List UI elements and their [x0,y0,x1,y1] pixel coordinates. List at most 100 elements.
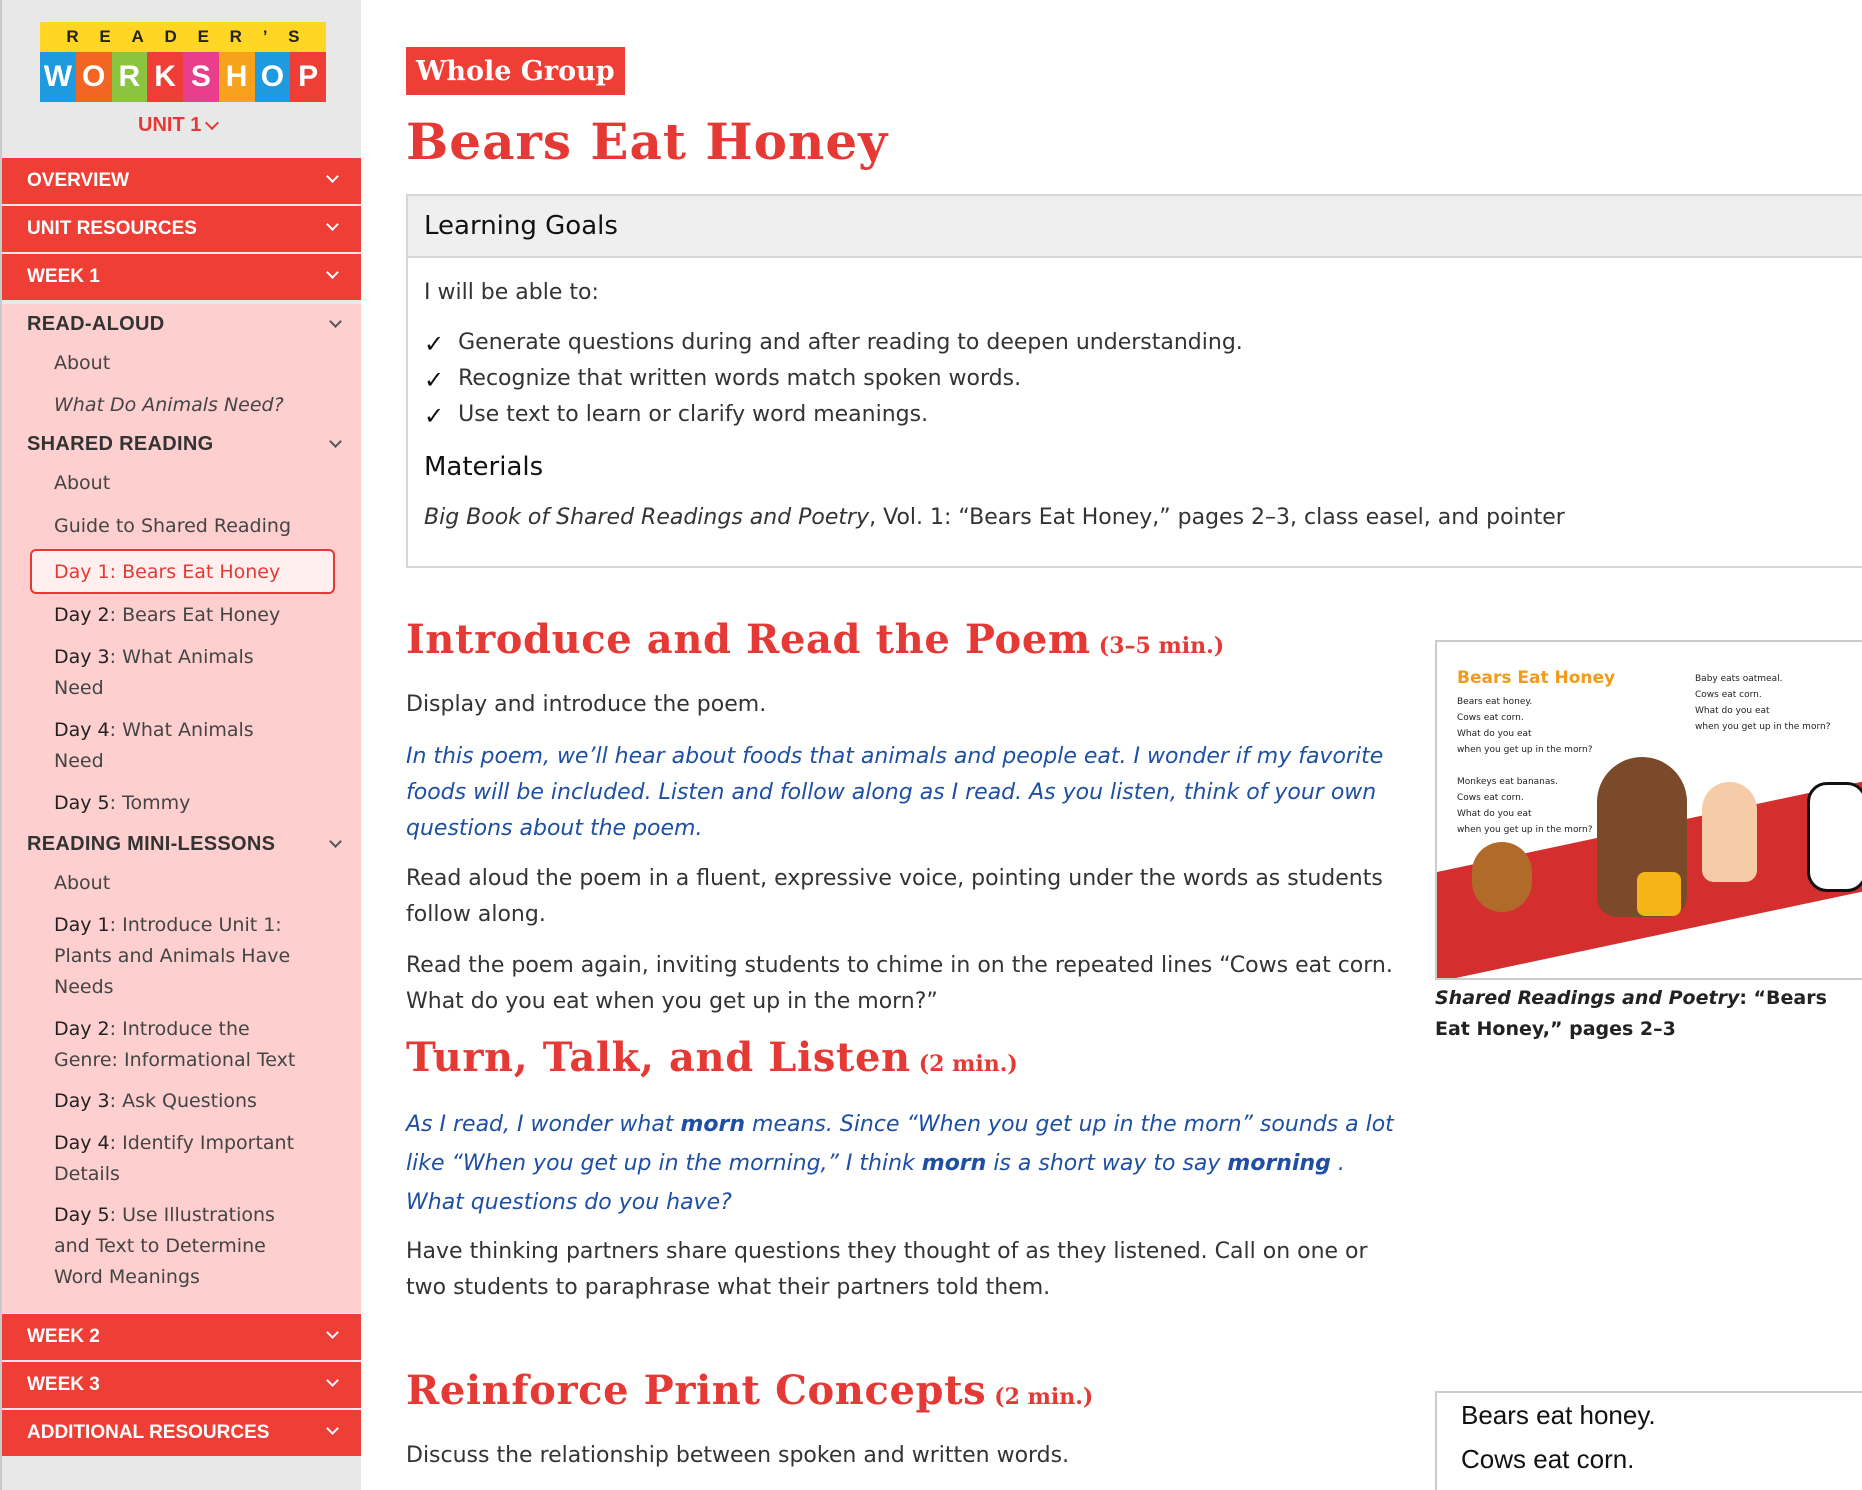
nav-additional-resources[interactable]: ADDITIONAL RESOURCES [2,1410,361,1456]
cow-shape [1807,782,1862,892]
vocab-word: morn [680,1112,746,1137]
logo-letter: E [99,27,111,46]
shared-reading-day-5[interactable]: Day 5: Tommy [54,788,344,819]
script-text: is a short way to say [986,1151,1228,1176]
section-heading-introduce: Introduce and Read the Poem (3–5 min.) [406,616,1224,663]
nav-week-3[interactable]: WEEK 3 [2,1362,361,1408]
check-icon: ✓ [424,330,445,358]
poem-title: Bears Eat Honey [1457,668,1616,688]
nav-label: OVERVIEW [27,170,130,191]
goal-text: Generate questions during and after read… [458,330,1243,355]
materials-rest: , Vol. 1: “Bears Eat Honey,” pages 2–3, … [869,505,1565,530]
print-line: Bears eat honey. [1461,1400,1656,1430]
section-label: READ-ALOUD [27,313,165,335]
heading-text: Introduce and Read the Poem [406,616,1091,663]
section-reading-mini-lessons[interactable]: READING MINI-LESSONS [27,833,342,856]
day-title: : What Animals [109,646,254,668]
day-title: : Ask Questions [109,1090,257,1112]
shared-reading-day-3[interactable]: Day 3: What Animals Need [54,642,344,704]
poem-line: when you get up in the morn? [1457,745,1593,755]
whole-group-badge: Whole Group [406,47,625,95]
time-estimate: (3–5 min.) [1098,633,1225,659]
day-title-cont: Needs [54,976,114,998]
mini-lesson-day-1[interactable]: Day 1: Introduce Unit 1: Plants and Anim… [54,910,344,1003]
nav-overview[interactable]: OVERVIEW [2,158,361,204]
day-title: : Introduce Unit 1: [109,914,282,936]
logo-tile: R [111,52,148,102]
heading-text: Turn, Talk, and Listen [406,1034,911,1081]
day-label: Day 1 [54,914,110,936]
materials-heading: Materials [424,452,544,482]
logo-letter: E [197,27,209,46]
goals-intro: I will be able to: [424,280,599,305]
goal-item: ✓ Recognize that written words match spo… [424,366,1021,394]
goal-item: ✓ Use text to learn or clarify word mean… [424,402,928,430]
section-label: READING MINI-LESSONS [27,833,276,855]
shared-reading-day-2[interactable]: Day 2: Bears Eat Honey [54,600,344,631]
mini-lesson-day-5[interactable]: Day 5: Use Illustrations and Text to Det… [54,1200,344,1293]
time-estimate: (2 min.) [918,1051,1018,1077]
logo-letter: R [66,27,79,46]
guide-to-shared-reading[interactable]: Guide to Shared Reading [54,511,344,542]
section-heading-reinforce: Reinforce Print Concepts (2 min.) [406,1367,1093,1414]
check-icon: ✓ [424,402,445,430]
nav-week-1[interactable]: WEEK 1 [2,254,361,300]
nav-week-2[interactable]: WEEK 2 [2,1314,361,1360]
day-title-cont: Genre: Informational Text [54,1049,296,1071]
day-label: Day 5 [54,792,110,814]
poem-illustration[interactable]: Bears Eat Honey Bears eat honey. Cows eat… [1435,640,1862,980]
mini-lesson-day-4[interactable]: Day 4: Identify Important Details [54,1128,344,1190]
read-aloud-about[interactable]: About [54,348,344,379]
chevron-down-icon [326,1422,339,1435]
day-title-cont: Word Meanings [54,1266,200,1288]
unit-label: UNIT 1 [138,114,202,136]
learning-goals-box: Learning Goals I will be able to: ✓ Gene… [406,194,1862,568]
read-aloud-book[interactable]: What Do Animals Need? [54,390,344,421]
day-label: Day 3 [54,646,110,668]
reinforce-paragraph: Discuss the relationship between spoken … [406,1443,1070,1468]
day-label: Day 2 [54,604,110,626]
chevron-down-icon [205,115,220,131]
day-label: Day 4 [54,719,110,741]
poem-line: Bears eat honey. [1457,697,1533,707]
poem-line: Cows eat corn. [1457,713,1524,723]
logo-letter: R [229,27,242,46]
mini-lesson-day-2[interactable]: Day 2: Introduce the Genre: Informationa… [54,1014,344,1076]
poem-line: Cows eat corn. [1457,793,1524,803]
intro-paragraph-2: Read aloud the poem in a fluent, express… [406,866,1383,927]
nav-unit-resources[interactable]: UNIT RESOURCES [2,206,361,252]
mini-lesson-day-3[interactable]: Day 3: Ask Questions [54,1086,344,1117]
chevron-down-icon [326,1374,339,1387]
unit-selector[interactable]: UNIT 1 [138,114,220,137]
day-title-cont: Need [54,750,104,772]
shared-reading-day-1-active[interactable]: Day 1: Bears Eat Honey [30,549,335,594]
day-title: : Bears Eat Honey [109,604,281,626]
day-title-cont: Details [54,1163,120,1185]
shared-reading-day-4[interactable]: Day 4: What Animals Need [54,715,344,777]
mini-lessons-about[interactable]: About [54,868,344,899]
teacher-script-intro: In this poem, we’ll hear about foods tha… [406,744,1384,841]
section-label: SHARED READING [27,433,214,455]
day-title-cont: Need [54,677,104,699]
materials-book-title: Big Book of Shared Readings and Poetry [424,505,870,530]
script-text: As I read, I wonder what [406,1112,681,1137]
day-title-cont: Plants and Animals Have [54,945,291,967]
shared-reading-about[interactable]: About [54,468,344,499]
section-read-aloud[interactable]: READ-ALOUD [27,313,342,336]
logo-tile: P [290,52,326,102]
logo-tile: S [183,52,219,102]
book-title: What Do Animals Need? [54,394,284,416]
logo-letter: A [131,27,144,46]
check-icon: ✓ [424,366,445,394]
poem-line: What do you eat [1457,809,1532,819]
day-title: : Identify Important [109,1132,295,1154]
section-shared-reading[interactable]: SHARED READING [27,433,342,456]
chevron-down-icon [329,315,342,328]
goal-text: Recognize that written words match spoke… [458,366,1022,391]
day-title-cont: and Text to Determine [54,1235,266,1257]
day-title: : What Animals [109,719,254,741]
sidebar: R E A D E R ’ S WORKSHOP UNIT 1 OVERVIEW… [0,0,361,1490]
week-1-panel: READ-ALOUD About What Do Animals Need? S… [2,304,361,1313]
readers-workshop-logo[interactable]: R E A D E R ’ S WORKSHOP [40,22,326,102]
day-title: : Bears Eat Honey [109,560,281,583]
